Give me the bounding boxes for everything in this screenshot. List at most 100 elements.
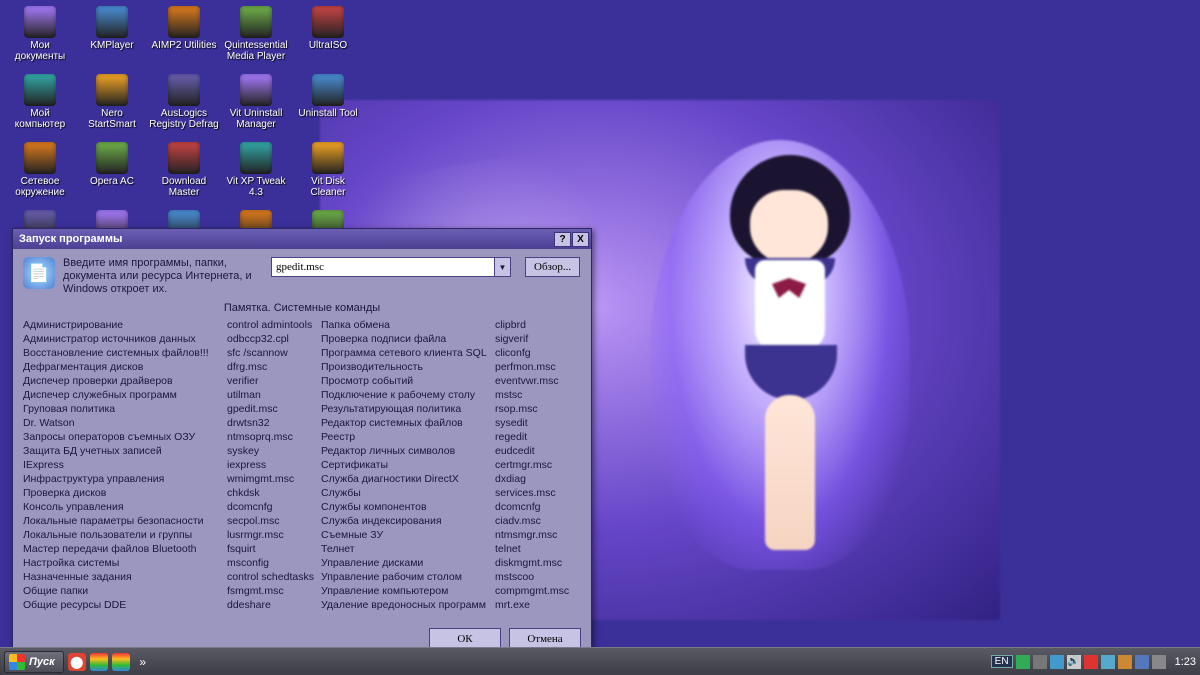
desktop-icon[interactable]: KMPlayer — [76, 6, 148, 66]
command-cell: Управление рабочим столом — [321, 570, 491, 584]
command-cell: wmimgmt.msc — [227, 472, 317, 486]
command-cell: Назначенные задания — [23, 570, 223, 584]
command-cell: Локальные параметры безопасности — [23, 514, 223, 528]
command-cell: ntmsoprq.msc — [227, 430, 317, 444]
command-cell: Подключение к рабочему столу — [321, 388, 491, 402]
desktop-icon[interactable]: Мои документы — [4, 6, 76, 66]
quicklaunch-item[interactable]: ⬤ — [68, 653, 86, 671]
command-cell: dcomcnfg — [227, 500, 317, 514]
command-cell: verifier — [227, 374, 317, 388]
command-cell: lusrmgr.msc — [227, 528, 317, 542]
help-button[interactable]: ? — [554, 232, 571, 247]
command-cell: gpedit.msc — [227, 402, 317, 416]
desktop-icon[interactable]: Opera AC — [76, 142, 148, 202]
command-cell: Защита БД учетных записей — [23, 444, 223, 458]
cancel-button[interactable]: Отмена — [509, 628, 581, 649]
command-cell: eudcedit — [495, 444, 585, 458]
desktop-icon-label: KMPlayer — [90, 40, 133, 51]
command-cell: rsop.msc — [495, 402, 585, 416]
desktop-icon[interactable]: Vit Disk Cleaner — [292, 142, 364, 202]
command-cell: Настройка системы — [23, 556, 223, 570]
app-icon — [168, 74, 200, 106]
command-cell: control schedtasks — [227, 570, 317, 584]
desktop-icon-label: Мой компьютер — [5, 108, 75, 130]
run-combobox[interactable]: ▼ — [271, 257, 511, 277]
command-cell: Восстановление системных файлов!!! — [23, 346, 223, 360]
desktop-icon[interactable]: Мой компьютер — [4, 74, 76, 134]
desktop-icon[interactable]: UltraISO — [292, 6, 364, 66]
command-cell: Запросы операторов съемных ОЗУ — [23, 430, 223, 444]
dialog-titlebar[interactable]: Запуск программы ? X — [13, 229, 591, 249]
app-icon — [312, 142, 344, 174]
quicklaunch-item[interactable] — [112, 653, 130, 671]
command-cell: diskmgmt.msc — [495, 556, 585, 570]
tray-icon[interactable] — [1016, 655, 1030, 669]
desktop-icon[interactable]: Quintessential Media Player — [220, 6, 292, 66]
start-button[interactable]: Пуск — [4, 651, 64, 673]
desktop-icon[interactable]: Vit Uninstall Manager — [220, 74, 292, 134]
desktop-icon[interactable]: Сетевое окружение — [4, 142, 76, 202]
app-icon — [168, 142, 200, 174]
command-cell: Локальные пользователи и группы — [23, 528, 223, 542]
close-button[interactable]: X — [572, 232, 589, 247]
app-icon — [96, 74, 128, 106]
command-cell: dcomcnfg — [495, 500, 585, 514]
desktop-icon[interactable]: AIMP2 Utilities — [148, 6, 220, 66]
command-cell: Консоль управления — [23, 500, 223, 514]
command-cell: Dr. Watson — [23, 416, 223, 430]
desktop-icon[interactable]: Uninstall Tool — [292, 74, 364, 134]
command-cell: Службы компонентов — [321, 500, 491, 514]
command-cell: Общие папки — [23, 584, 223, 598]
tray-icon[interactable] — [1033, 655, 1047, 669]
command-cell: control admintools — [227, 318, 317, 332]
desktop-icon[interactable]: Vit XP Tweak 4.3 — [220, 142, 292, 202]
command-cell: sysedit — [495, 416, 585, 430]
dialog-title: Запуск программы — [19, 233, 122, 245]
app-icon — [240, 74, 272, 106]
run-input[interactable] — [272, 261, 494, 273]
run-icon: 📄 — [23, 257, 55, 289]
tray-icon[interactable] — [1135, 655, 1149, 669]
command-cell: cliconfg — [495, 346, 585, 360]
command-cell: msconfig — [227, 556, 317, 570]
command-cell: drwtsn32 — [227, 416, 317, 430]
command-cell: Реестр — [321, 430, 491, 444]
taskbar: Пуск ⬤ » EN 🔊 1:23 — [0, 647, 1200, 675]
command-cell: syskey — [227, 444, 317, 458]
desktop-icon-label: Мои документы — [5, 40, 75, 62]
desktop-icon-label: Uninstall Tool — [298, 108, 357, 119]
command-cell: clipbrd — [495, 318, 585, 332]
ok-button[interactable]: ОК — [429, 628, 501, 649]
tray-icon[interactable] — [1084, 655, 1098, 669]
desktop-icon[interactable]: Download Master — [148, 142, 220, 202]
app-icon — [240, 142, 272, 174]
desktop-icon[interactable]: Nero StartSmart — [76, 74, 148, 134]
app-icon — [312, 74, 344, 106]
browse-button[interactable]: Обзор... — [525, 257, 580, 277]
tray-icon[interactable] — [1118, 655, 1132, 669]
command-cell: sfc /scannow — [227, 346, 317, 360]
app-icon — [240, 6, 272, 38]
command-cell: Груповая политика — [23, 402, 223, 416]
command-cell: certmgr.msc — [495, 458, 585, 472]
desktop-icon-label: Nero StartSmart — [77, 108, 147, 130]
dropdown-button[interactable]: ▼ — [494, 258, 510, 276]
tray-volume-icon[interactable]: 🔊 — [1067, 655, 1081, 669]
clock[interactable]: 1:23 — [1175, 656, 1196, 668]
app-icon — [168, 6, 200, 38]
tray-icon[interactable] — [1101, 655, 1115, 669]
desktop-icon[interactable]: AusLogics Registry Defrag — [148, 74, 220, 134]
quicklaunch-item[interactable] — [90, 653, 108, 671]
command-cell: Программа сетевого клиента SQL — [321, 346, 491, 360]
app-icon — [96, 6, 128, 38]
tray-icon[interactable] — [1152, 655, 1166, 669]
run-instruction: Введите имя программы, папки, документа … — [63, 257, 263, 296]
command-cell: chkdsk — [227, 486, 317, 500]
quicklaunch-expand[interactable]: » — [134, 653, 152, 671]
command-cell: services.msc — [495, 486, 585, 500]
tray-icon[interactable] — [1050, 655, 1064, 669]
language-indicator[interactable]: EN — [991, 655, 1013, 668]
command-cell: sigverif — [495, 332, 585, 346]
command-cell: Служба индексирования — [321, 514, 491, 528]
command-cell: Управление дисками — [321, 556, 491, 570]
